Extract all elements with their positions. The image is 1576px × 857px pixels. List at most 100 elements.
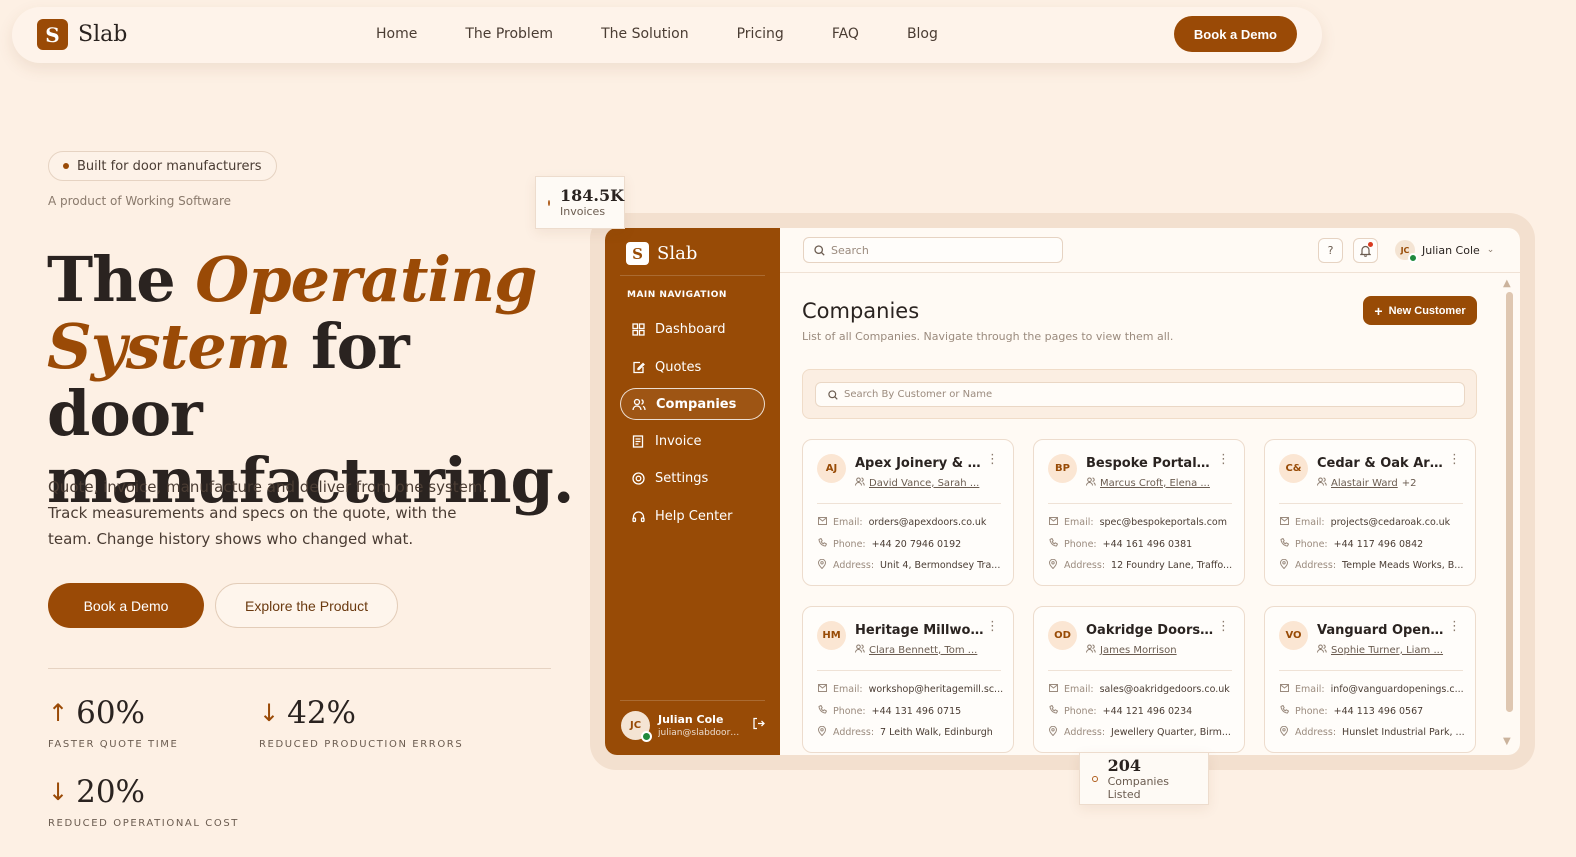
slab-logo-icon: S bbox=[37, 19, 68, 50]
app-brand[interactable]: S Slab bbox=[626, 242, 697, 265]
company-name[interactable]: Heritage Millwork bbox=[855, 623, 985, 638]
extra-contacts-count[interactable]: +2 bbox=[1402, 478, 1417, 489]
sidebar-divider bbox=[620, 275, 765, 276]
company-phone: +44 117 496 0842 bbox=[1333, 538, 1424, 550]
more-options-icon[interactable]: ⋮ bbox=[986, 452, 999, 467]
company-contacts: Alastair Ward +2 bbox=[1317, 477, 1457, 489]
company-avatar: VO bbox=[1279, 621, 1308, 650]
scroll-thumb[interactable] bbox=[1506, 292, 1513, 712]
mail-icon bbox=[1048, 517, 1058, 528]
company-card[interactable]: C&Cedar & Oak Arch...⋮ Alastair Ward +2 Ema… bbox=[1264, 439, 1476, 586]
email-label: Email: bbox=[833, 517, 863, 528]
company-card[interactable]: OD Oakridge Doors &...⋮ James Morrison Emai… bbox=[1033, 606, 1245, 753]
explore-product-button[interactable]: Explore the Product bbox=[215, 583, 398, 628]
company-name[interactable]: Oakridge Doors &... bbox=[1086, 623, 1216, 638]
scroll-down-icon[interactable]: ▼ bbox=[1503, 736, 1511, 747]
hero-book-demo-button[interactable]: Book a Demo bbox=[48, 583, 204, 628]
help-button[interactable]: ? bbox=[1318, 238, 1343, 263]
brand-logo[interactable]: S Slab bbox=[37, 19, 127, 50]
chevron-down-icon: ⌄ bbox=[1486, 245, 1495, 255]
phone-label: Phone: bbox=[833, 538, 866, 550]
contacts-icon bbox=[855, 477, 865, 489]
contact-names[interactable]: David Vance, Sarah ... bbox=[869, 478, 979, 489]
company-avatar: HM bbox=[817, 621, 846, 650]
headline-accent-1: Operating bbox=[195, 243, 537, 316]
contact-names[interactable]: Sophie Turner, Liam ... bbox=[1331, 645, 1443, 656]
card-divider bbox=[817, 670, 1001, 671]
contacts-icon bbox=[1317, 644, 1327, 656]
notifications-button[interactable] bbox=[1353, 238, 1378, 263]
logout-icon[interactable] bbox=[752, 717, 765, 734]
more-options-icon[interactable]: ⋮ bbox=[1217, 619, 1230, 634]
sidebar-user[interactable]: JC Julian Cole julian@slabdoors.c... bbox=[620, 700, 765, 746]
company-avatar: OD bbox=[1048, 621, 1077, 650]
online-status-icon bbox=[1408, 253, 1418, 263]
arrow-up-icon: ↑ bbox=[48, 699, 69, 727]
contact-names[interactable]: Alastair Ward bbox=[1331, 478, 1398, 489]
nav-link-faq[interactable]: FAQ bbox=[832, 26, 859, 42]
company-email-row: Email: sales@oakridgedoors.co.uk bbox=[1048, 684, 1238, 695]
company-name[interactable]: Bespoke Portals L... bbox=[1086, 456, 1216, 471]
contact-names[interactable]: Clara Bennett, Tom ... bbox=[869, 645, 977, 656]
more-options-icon[interactable]: ⋮ bbox=[1217, 452, 1230, 467]
customer-search-input[interactable]: Search By Customer or Name bbox=[815, 382, 1465, 407]
company-address-row: Address: Jewellery Quarter, Birm... bbox=[1048, 726, 1238, 739]
nav-link-solution[interactable]: The Solution bbox=[601, 26, 689, 42]
contact-names[interactable]: James Morrison bbox=[1100, 645, 1177, 656]
company-card[interactable]: AJ Apex Joinery & D... ⋮ David Vance, Sarah… bbox=[802, 439, 1014, 586]
sidebar-item-label: Help Center bbox=[655, 508, 733, 524]
arrow-down-icon: ↓ bbox=[259, 699, 280, 727]
nav-link-pricing[interactable]: Pricing bbox=[737, 26, 784, 42]
sidebar-item-label: Companies bbox=[656, 396, 737, 412]
company-email: info@vanguardopenings.c... bbox=[1330, 684, 1464, 695]
email-label: Email: bbox=[1295, 517, 1325, 528]
contacts-icon bbox=[855, 644, 865, 656]
sidebar-item-quotes[interactable]: Quotes bbox=[620, 351, 765, 383]
company-card[interactable]: BP Bespoke Portals L...⋮ Marcus Croft, Ele… bbox=[1033, 439, 1245, 586]
sidebar-item-dashboard[interactable]: Dashboard bbox=[620, 313, 765, 345]
sidebar-item-invoice[interactable]: Invoice bbox=[620, 425, 765, 457]
address-label: Address: bbox=[1295, 560, 1337, 571]
contact-names[interactable]: Marcus Croft, Elena ... bbox=[1100, 478, 1210, 489]
card-divider bbox=[1048, 670, 1232, 671]
content-scrollbar[interactable]: ▲ ▼ bbox=[1503, 278, 1515, 750]
location-pin-icon bbox=[1048, 559, 1058, 572]
company-avatar: AJ bbox=[817, 454, 846, 483]
more-options-icon[interactable]: ⋮ bbox=[1448, 619, 1461, 634]
address-label: Address: bbox=[1064, 727, 1106, 738]
arrow-down-icon: ↓ bbox=[48, 778, 69, 806]
sidebar-item-companies[interactable]: Companies bbox=[620, 388, 765, 420]
company-phone-row: Phone: +44 113 496 0567 bbox=[1279, 705, 1469, 717]
edit-document-icon bbox=[631, 360, 645, 374]
nav-link-blog[interactable]: Blog bbox=[907, 26, 938, 42]
nav-link-home[interactable]: Home bbox=[376, 26, 417, 42]
sidebar-item-help-center[interactable]: Help Center bbox=[620, 500, 765, 532]
scroll-up-icon[interactable]: ▲ bbox=[1503, 278, 1511, 289]
company-name[interactable]: Vanguard Openin... bbox=[1317, 623, 1447, 638]
company-card[interactable]: VO Vanguard Openin... ⋮ Sophie Turner, Liam… bbox=[1264, 606, 1476, 753]
new-customer-button[interactable]: + New Customer bbox=[1363, 296, 1477, 325]
company-card[interactable]: HM Heritage Millwork ⋮ Clara Bennett, Tom .… bbox=[802, 606, 1014, 753]
company-phone: +44 113 496 0567 bbox=[1333, 705, 1424, 717]
company-avatar: BP bbox=[1048, 454, 1077, 483]
nav-link-problem[interactable]: The Problem bbox=[465, 26, 553, 42]
settings-icon bbox=[631, 471, 645, 485]
user-menu[interactable]: JC Julian Cole ⌄ bbox=[1395, 240, 1495, 263]
hero-subcopy: Quote, invoice, manufacture and deliver … bbox=[48, 478, 488, 548]
company-contacts: Marcus Croft, Elena ... bbox=[1086, 477, 1226, 489]
company-address-row: Address: Temple Meads Works, B... bbox=[1279, 559, 1469, 572]
email-label: Email: bbox=[833, 684, 863, 695]
company-name[interactable]: Cedar & Oak Arch... bbox=[1317, 456, 1447, 471]
more-options-icon[interactable]: ⋮ bbox=[1448, 452, 1461, 467]
email-label: Email: bbox=[1064, 684, 1094, 695]
location-pin-icon bbox=[1279, 559, 1289, 572]
company-phone: +44 20 7946 0192 bbox=[871, 538, 962, 550]
headphones-icon bbox=[631, 509, 645, 523]
sidebar-item-settings[interactable]: Settings bbox=[620, 462, 765, 494]
ring-icon bbox=[548, 199, 550, 206]
more-options-icon[interactable]: ⋮ bbox=[986, 619, 999, 634]
nav-book-demo-button[interactable]: Book a Demo bbox=[1173, 16, 1297, 52]
company-avatar: C& bbox=[1279, 454, 1308, 483]
company-name[interactable]: Apex Joinery & D... bbox=[855, 456, 985, 471]
global-search-input[interactable]: Search bbox=[803, 237, 1063, 263]
